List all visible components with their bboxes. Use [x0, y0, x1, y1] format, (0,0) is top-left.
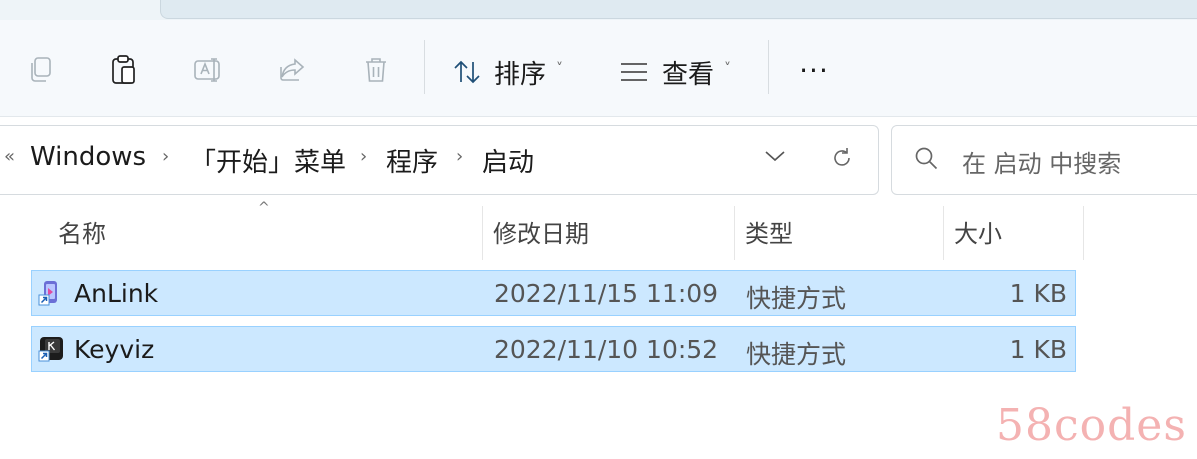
file-date: 2022/11/15 11:09: [494, 279, 719, 308]
anlink-shortcut-icon: [38, 280, 64, 306]
clipboard-icon: [112, 55, 135, 84]
column-divider[interactable]: [734, 206, 735, 260]
file-name: Keyviz: [74, 335, 155, 364]
breadcrumb-programs[interactable]: 程序: [386, 142, 438, 179]
file-name: AnLink: [74, 279, 159, 308]
column-divider[interactable]: [943, 206, 944, 260]
breadcrumb-separator-icon[interactable]: ›: [360, 146, 367, 167]
column-divider[interactable]: [482, 206, 483, 260]
sort-button[interactable]: 排序 ˅: [452, 52, 563, 92]
file-type: 快捷方式: [746, 340, 847, 369]
address-bar[interactable]: « Windows › 「开始」菜单 › 程序 › 启动: [0, 125, 879, 195]
breadcrumb-separator-icon[interactable]: ›: [162, 146, 169, 167]
chevron-down-icon: ˅: [556, 61, 564, 77]
file-size: 1 KB: [1009, 335, 1067, 364]
command-bar: 排序 ˅ 查看 ˅ ···: [0, 20, 1197, 117]
more-options-button[interactable]: ···: [794, 50, 834, 90]
search-placeholder: 在 启动 中搜索: [962, 150, 1122, 178]
file-size: 1 KB: [1009, 279, 1067, 308]
search-icon: [914, 146, 940, 176]
sort-icon: [454, 60, 480, 84]
column-header-type[interactable]: 类型: [745, 214, 793, 258]
delete-button[interactable]: [354, 50, 398, 90]
share-icon: [280, 58, 305, 81]
breadcrumb-startup[interactable]: 启动: [482, 142, 534, 179]
tab-strip: [0, 0, 1197, 20]
copy-icon: [31, 57, 51, 82]
toolbar-divider: [768, 40, 769, 94]
file-type: 快捷方式: [746, 284, 847, 313]
refresh-icon: [834, 148, 850, 166]
trash-icon: [366, 58, 386, 82]
sort-label: 排序: [494, 59, 547, 90]
copy-button[interactable]: [18, 50, 62, 90]
file-date: 2022/11/10 10:52: [494, 335, 719, 364]
column-header-size[interactable]: 大小: [954, 214, 1002, 258]
sort-ascending-icon: ^: [258, 200, 270, 216]
chevron-down-icon: ˅: [724, 61, 732, 77]
toolbar-divider: [424, 40, 425, 94]
file-row-keyviz[interactable]: Keyviz 2022/11/10 10:52 快捷方式 1 KB: [31, 326, 1076, 372]
rename-button[interactable]: [186, 50, 230, 90]
watermark: 58codes: [996, 400, 1187, 451]
view-lines-icon: [621, 63, 647, 81]
active-tab[interactable]: [160, 0, 1197, 19]
breadcrumb-windows[interactable]: Windows: [30, 142, 146, 172]
breadcrumb-start-menu[interactable]: 「开始」菜单: [190, 142, 346, 179]
paste-button[interactable]: [102, 50, 146, 90]
column-divider[interactable]: [1083, 206, 1084, 260]
rename-icon: [194, 58, 220, 82]
share-button[interactable]: [270, 50, 314, 90]
breadcrumb-overflow-icon[interactable]: «: [4, 146, 15, 167]
breadcrumb-separator-icon[interactable]: ›: [456, 146, 463, 167]
view-button[interactable]: 查看 ˅: [620, 52, 731, 92]
column-header-name[interactable]: 名称: [58, 214, 106, 258]
file-row-anlink[interactable]: AnLink 2022/11/15 11:09 快捷方式 1 KB: [31, 270, 1076, 316]
refresh-button[interactable]: [830, 146, 854, 174]
column-header-date[interactable]: 修改日期: [493, 214, 589, 258]
keyviz-shortcut-icon: [38, 336, 64, 362]
view-label: 查看: [662, 59, 715, 90]
address-dropdown-button[interactable]: [764, 148, 786, 167]
search-box[interactable]: 在 启动 中搜索: [891, 125, 1197, 195]
chevron-down-icon: [765, 151, 785, 162]
